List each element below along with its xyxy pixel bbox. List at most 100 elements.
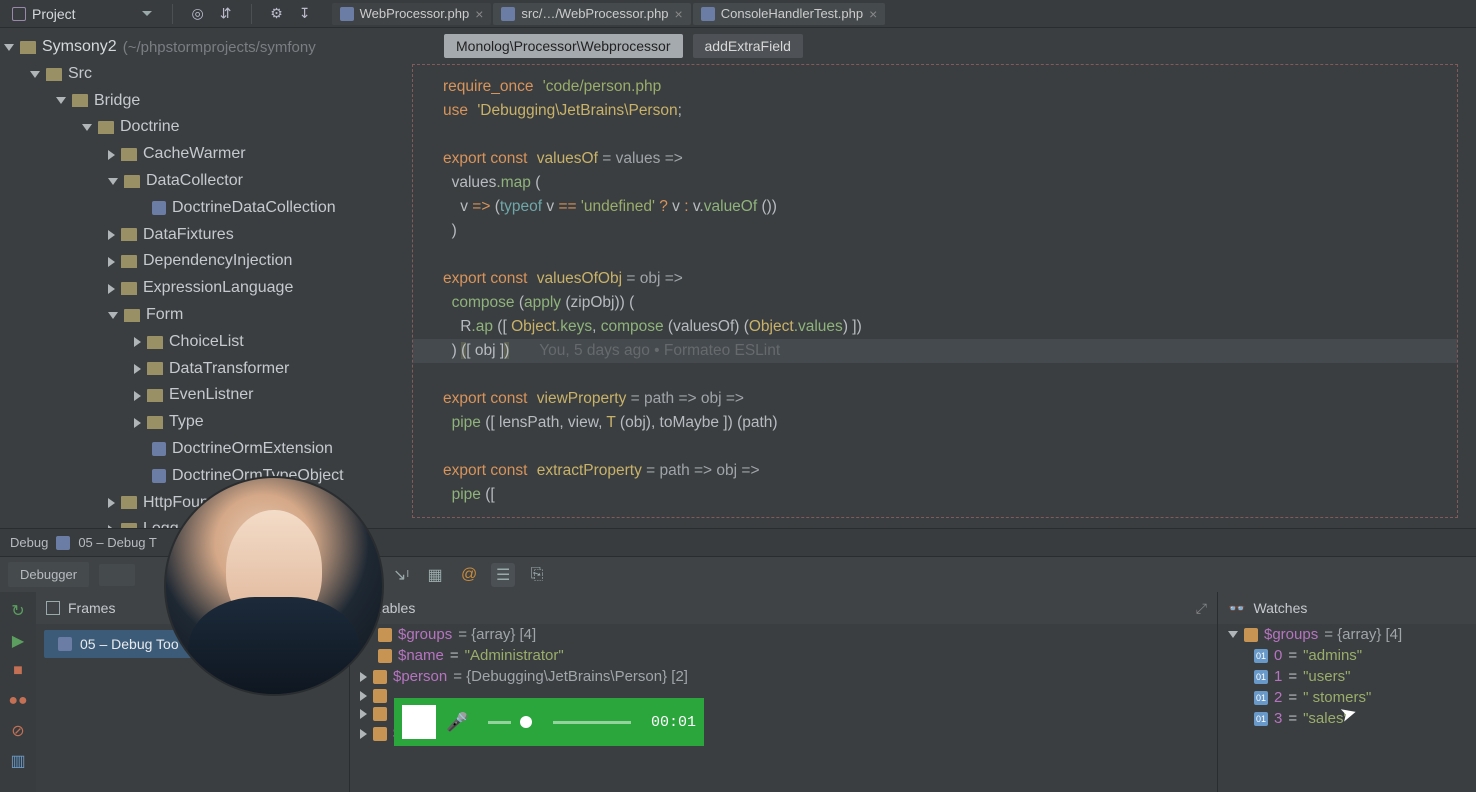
- variable-row[interactable]: $name = "Administrator": [350, 645, 1217, 666]
- tree-root[interactable]: Symsony2 (~/phpstormprojects/symfony: [0, 34, 394, 61]
- folder-icon: [121, 148, 137, 161]
- chevron-right-icon[interactable]: [360, 672, 367, 682]
- watch-root[interactable]: $groups = {array} [4]: [1218, 624, 1476, 645]
- tree-node[interactable]: CacheWarmer: [0, 141, 394, 168]
- chevron-down-icon[interactable]: [4, 44, 14, 51]
- code-editor[interactable]: Monolog\Processor\Webprocessor addExtraF…: [394, 28, 1476, 528]
- php-icon: [152, 469, 166, 483]
- editor-tab[interactable]: WebProcessor.php ×: [332, 3, 492, 25]
- folder-icon: [121, 523, 137, 528]
- mute-icon[interactable]: ⊘: [9, 722, 27, 740]
- tree-label: DataFixtures: [143, 223, 234, 248]
- editor-tab[interactable]: src/…/WebProcessor.php ×: [493, 3, 690, 25]
- target-icon[interactable]: ◎: [187, 3, 209, 25]
- tree-node[interactable]: DoctrineOrmTypeObject: [0, 463, 394, 490]
- debugger-tab[interactable]: Debugger: [8, 562, 89, 587]
- chevron-right-icon[interactable]: [360, 729, 367, 739]
- mic-icon[interactable]: 🎤: [446, 712, 468, 733]
- tree-label: DoctrineOrmExtension: [172, 437, 333, 462]
- variable-row[interactable]: $groups = {array} [4]: [350, 624, 1217, 645]
- chevron-down-icon[interactable]: [56, 97, 66, 104]
- console-tab[interactable]: [99, 564, 135, 586]
- resume-icon[interactable]: ▶: [9, 632, 27, 650]
- tree-node[interactable]: Src: [0, 61, 394, 88]
- project-icon: [12, 7, 26, 21]
- sort-icon[interactable]: ↧: [294, 3, 316, 25]
- close-icon[interactable]: ×: [475, 6, 483, 22]
- project-selector[interactable]: Project: [6, 6, 158, 22]
- tree-node[interactable]: Doctrine: [0, 114, 394, 141]
- folder-icon: [121, 496, 137, 509]
- collapse-icon[interactable]: ⇵: [215, 3, 237, 25]
- watch-index: 1: [1274, 668, 1282, 685]
- close-icon[interactable]: ×: [675, 6, 683, 22]
- chevron-right-icon[interactable]: [360, 691, 367, 701]
- tree-node[interactable]: DependencyInjection: [0, 248, 394, 275]
- tree-node[interactable]: DoctrineDataCollection: [0, 195, 394, 222]
- record-slider[interactable]: [488, 721, 631, 724]
- step-into-icon[interactable]: ↘I: [389, 563, 413, 587]
- chevron-down-icon[interactable]: [1228, 631, 1238, 638]
- chevron-right-icon[interactable]: [134, 418, 141, 428]
- rerun-icon[interactable]: ↻: [9, 602, 27, 620]
- gear-icon[interactable]: ⚙: [266, 3, 288, 25]
- calculator-icon[interactable]: ▦: [423, 563, 447, 587]
- stop-record-button[interactable]: [402, 705, 436, 739]
- breadcrumb: Monolog\Processor\Webprocessor addExtraF…: [394, 28, 1476, 64]
- tree-node[interactable]: Bridge: [0, 88, 394, 115]
- watch-item[interactable]: 011 = "users": [1218, 666, 1476, 687]
- variable-row[interactable]: $person = {Debugging\JetBrains\Person} […: [350, 666, 1217, 687]
- folder-icon: [147, 362, 163, 375]
- watch-item[interactable]: 010 = "admins": [1218, 645, 1476, 666]
- chevron-right-icon[interactable]: [134, 337, 141, 347]
- php-icon: [152, 442, 166, 456]
- chevron-right-icon[interactable]: [360, 709, 367, 719]
- tree-node[interactable]: Form: [0, 302, 394, 329]
- breakpoints-icon[interactable]: ●●: [9, 692, 27, 710]
- chevron-down-icon[interactable]: [108, 312, 118, 319]
- editor-tab[interactable]: ConsoleHandlerTest.php ×: [693, 3, 886, 25]
- tree-node[interactable]: DataCollector: [0, 168, 394, 195]
- chevron-down-icon[interactable]: [30, 71, 40, 78]
- tree-node[interactable]: DataFixtures: [0, 222, 394, 249]
- var-icon: [378, 649, 392, 663]
- var-value: = {array} [4]: [458, 626, 536, 643]
- chevron-right-icon[interactable]: [134, 391, 141, 401]
- chevron-right-icon[interactable]: [108, 525, 115, 528]
- list-icon[interactable]: ☰: [491, 563, 515, 587]
- chevron-down-icon[interactable]: [82, 124, 92, 131]
- stop-icon[interactable]: ■: [9, 662, 27, 680]
- tree-node[interactable]: ChoiceList: [0, 329, 394, 356]
- folder-icon: [147, 389, 163, 402]
- expand-icon[interactable]: ⤢: [1196, 600, 1207, 617]
- watches-icon: 👓: [1228, 600, 1245, 617]
- tab-label: WebProcessor.php: [360, 6, 470, 21]
- tree-node[interactable]: DoctrineOrmExtension: [0, 436, 394, 463]
- chevron-right-icon[interactable]: [108, 150, 115, 160]
- layout-icon[interactable]: ▥: [9, 752, 27, 770]
- index-icon: 01: [1254, 649, 1268, 663]
- chevron-down-icon[interactable]: [108, 178, 118, 185]
- breadcrumb-namespace[interactable]: Monolog\Processor\Webprocessor: [444, 34, 683, 58]
- code-area[interactable]: require_once 'code/person.php use 'Debug…: [412, 64, 1458, 518]
- tree-label: Doctrine: [120, 115, 180, 140]
- chevron-right-icon[interactable]: [108, 230, 115, 240]
- breadcrumb-method[interactable]: addExtraField: [693, 34, 803, 58]
- folder-icon: [20, 41, 36, 54]
- chevron-right-icon[interactable]: [134, 364, 141, 374]
- close-icon[interactable]: ×: [869, 6, 877, 22]
- clipboard-icon[interactable]: ⎘: [525, 563, 549, 587]
- tree-node[interactable]: ExpressionLanguage: [0, 275, 394, 302]
- tree-node[interactable]: DataTransformer: [0, 356, 394, 383]
- chevron-right-icon[interactable]: [108, 498, 115, 508]
- watch-name: $groups: [1264, 626, 1318, 643]
- var-name: $person: [393, 668, 447, 685]
- record-time: 00:01: [651, 714, 696, 731]
- at-icon[interactable]: @: [457, 563, 481, 587]
- chevron-right-icon[interactable]: [108, 257, 115, 267]
- tree-node[interactable]: EvenListner: [0, 382, 394, 409]
- tree-node[interactable]: Type: [0, 409, 394, 436]
- index-icon: 01: [1254, 691, 1268, 705]
- chevron-right-icon[interactable]: [108, 284, 115, 294]
- var-icon: [1244, 628, 1258, 642]
